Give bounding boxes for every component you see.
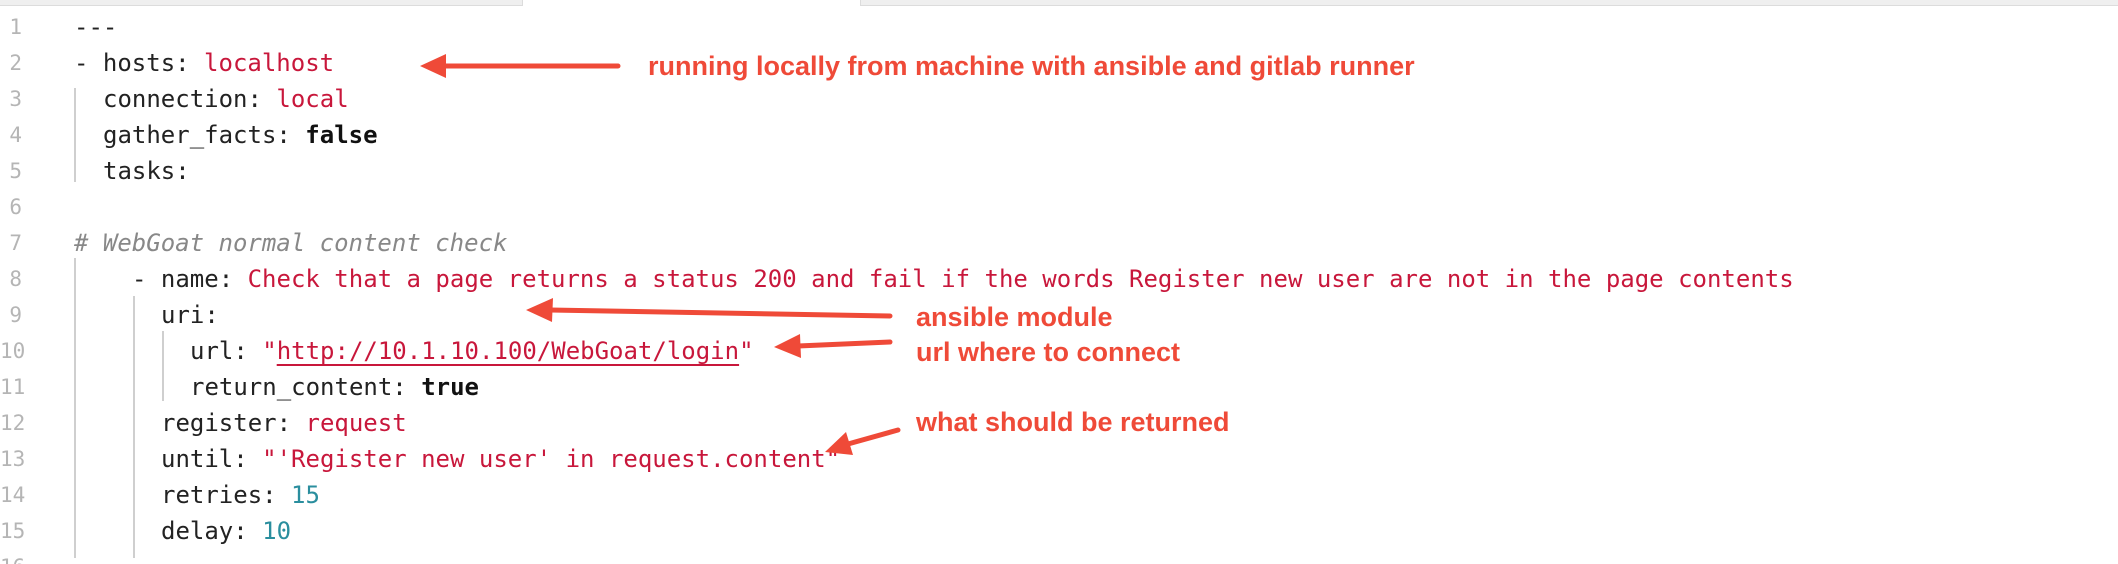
annotation-what-returned: what should be returned [916,407,1230,437]
arrow-until [845,427,901,447]
annotation-running-locally: running locally from machine with ansibl… [648,51,1415,81]
arrowhead-uri [526,298,553,322]
annotation-ansible-module: ansible module [916,302,1113,332]
arrow-url [795,339,893,349]
annotation-url-where: url where to connect [916,337,1181,367]
arrowhead-url [774,334,801,358]
annotation-arrows [420,54,901,455]
arrowhead-until [825,432,853,455]
arrow-uri [547,307,893,319]
arrowhead-hosts [420,54,446,78]
